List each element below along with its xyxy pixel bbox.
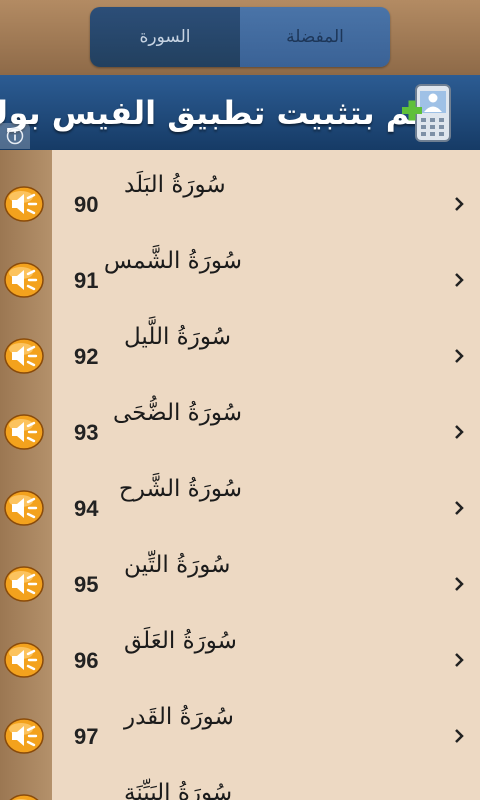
chevron-right-icon bbox=[455, 197, 464, 211]
top-header: السورة المفضلة bbox=[0, 0, 480, 75]
surah-name: سُورَةُ الضُّحَى bbox=[113, 400, 242, 426]
list-item[interactable]: 94 سُورَةُ الشَّرح bbox=[0, 454, 480, 530]
ad-banner[interactable]: قم بتثبيت تطبيق الفيس بوك bbox=[0, 75, 480, 150]
surah-name: سُورَةُ التِّين bbox=[124, 552, 231, 578]
surah-name: سُورَةُ الشَّرح bbox=[118, 476, 242, 502]
speaker-icon[interactable] bbox=[4, 338, 44, 374]
chevron-right-icon bbox=[455, 653, 464, 667]
surah-number: 95 bbox=[74, 572, 99, 597]
tab-favorites[interactable]: المفضلة bbox=[240, 7, 390, 67]
tab-switcher: السورة المفضلة bbox=[90, 7, 390, 67]
speaker-icon[interactable] bbox=[4, 718, 44, 754]
chevron-right-icon bbox=[455, 273, 464, 287]
speaker-icon[interactable] bbox=[4, 642, 44, 678]
surah-name: سُورَةُ البَيِّنَة bbox=[124, 780, 233, 800]
chevron-right-icon bbox=[455, 501, 464, 515]
speaker-icon[interactable] bbox=[4, 566, 44, 602]
chevron-right-icon bbox=[455, 425, 464, 439]
speaker-icon[interactable] bbox=[4, 794, 44, 800]
surah-number: 94 bbox=[74, 496, 99, 521]
surah-name: سُورَةُ العَلَق bbox=[124, 628, 237, 654]
tab-surah-label: السورة bbox=[139, 27, 191, 47]
surah-list: 90 سُورَةُ البَلَد 91 سُورَةُ الشَّمس 92… bbox=[0, 150, 480, 800]
ad-info-button[interactable] bbox=[0, 123, 30, 149]
info-icon bbox=[6, 127, 24, 145]
surah-name: سُورَةُ الشَّمس bbox=[103, 248, 242, 274]
tab-surah[interactable]: السورة bbox=[90, 7, 240, 67]
list-item[interactable]: 96 سُورَةُ العَلَق bbox=[0, 606, 480, 682]
list-item[interactable]: 95 سُورَةُ التِّين bbox=[0, 530, 480, 606]
list-item[interactable]: 93 سُورَةُ الضُّحَى bbox=[0, 378, 480, 454]
ad-banner-text: قم بتثبيت تطبيق الفيس بوك bbox=[0, 94, 432, 132]
surah-name: سُورَةُ القَدر bbox=[124, 704, 234, 730]
speaker-icon[interactable] bbox=[4, 262, 44, 298]
list-item[interactable]: 97 سُورَةُ القَدر bbox=[0, 682, 480, 758]
phone-contact-icon bbox=[402, 84, 451, 142]
surah-number: 96 bbox=[74, 648, 99, 673]
chevron-right-icon bbox=[455, 577, 464, 591]
list-item[interactable]: 92 سُورَةُ اللَّيل bbox=[0, 302, 480, 378]
surah-name: سُورَةُ اللَّيل bbox=[124, 324, 231, 350]
surah-number: 90 bbox=[74, 192, 99, 217]
tab-favorites-label: المفضلة bbox=[286, 27, 344, 47]
surah-name: سُورَةُ البَلَد bbox=[124, 172, 226, 198]
surah-number: 93 bbox=[74, 420, 99, 445]
chevron-right-icon bbox=[455, 729, 464, 743]
speaker-icon[interactable] bbox=[4, 414, 44, 450]
surah-number: 92 bbox=[74, 344, 99, 369]
list-item[interactable]: 91 سُورَةُ الشَّمس bbox=[0, 226, 480, 302]
list-item[interactable]: 90 سُورَةُ البَلَد bbox=[0, 150, 480, 226]
surah-number: 97 bbox=[74, 724, 99, 749]
chevron-right-icon bbox=[455, 349, 464, 363]
speaker-icon[interactable] bbox=[4, 490, 44, 526]
speaker-icon[interactable] bbox=[4, 186, 44, 222]
list-item[interactable]: سُورَةُ البَيِّنَة bbox=[0, 758, 480, 800]
